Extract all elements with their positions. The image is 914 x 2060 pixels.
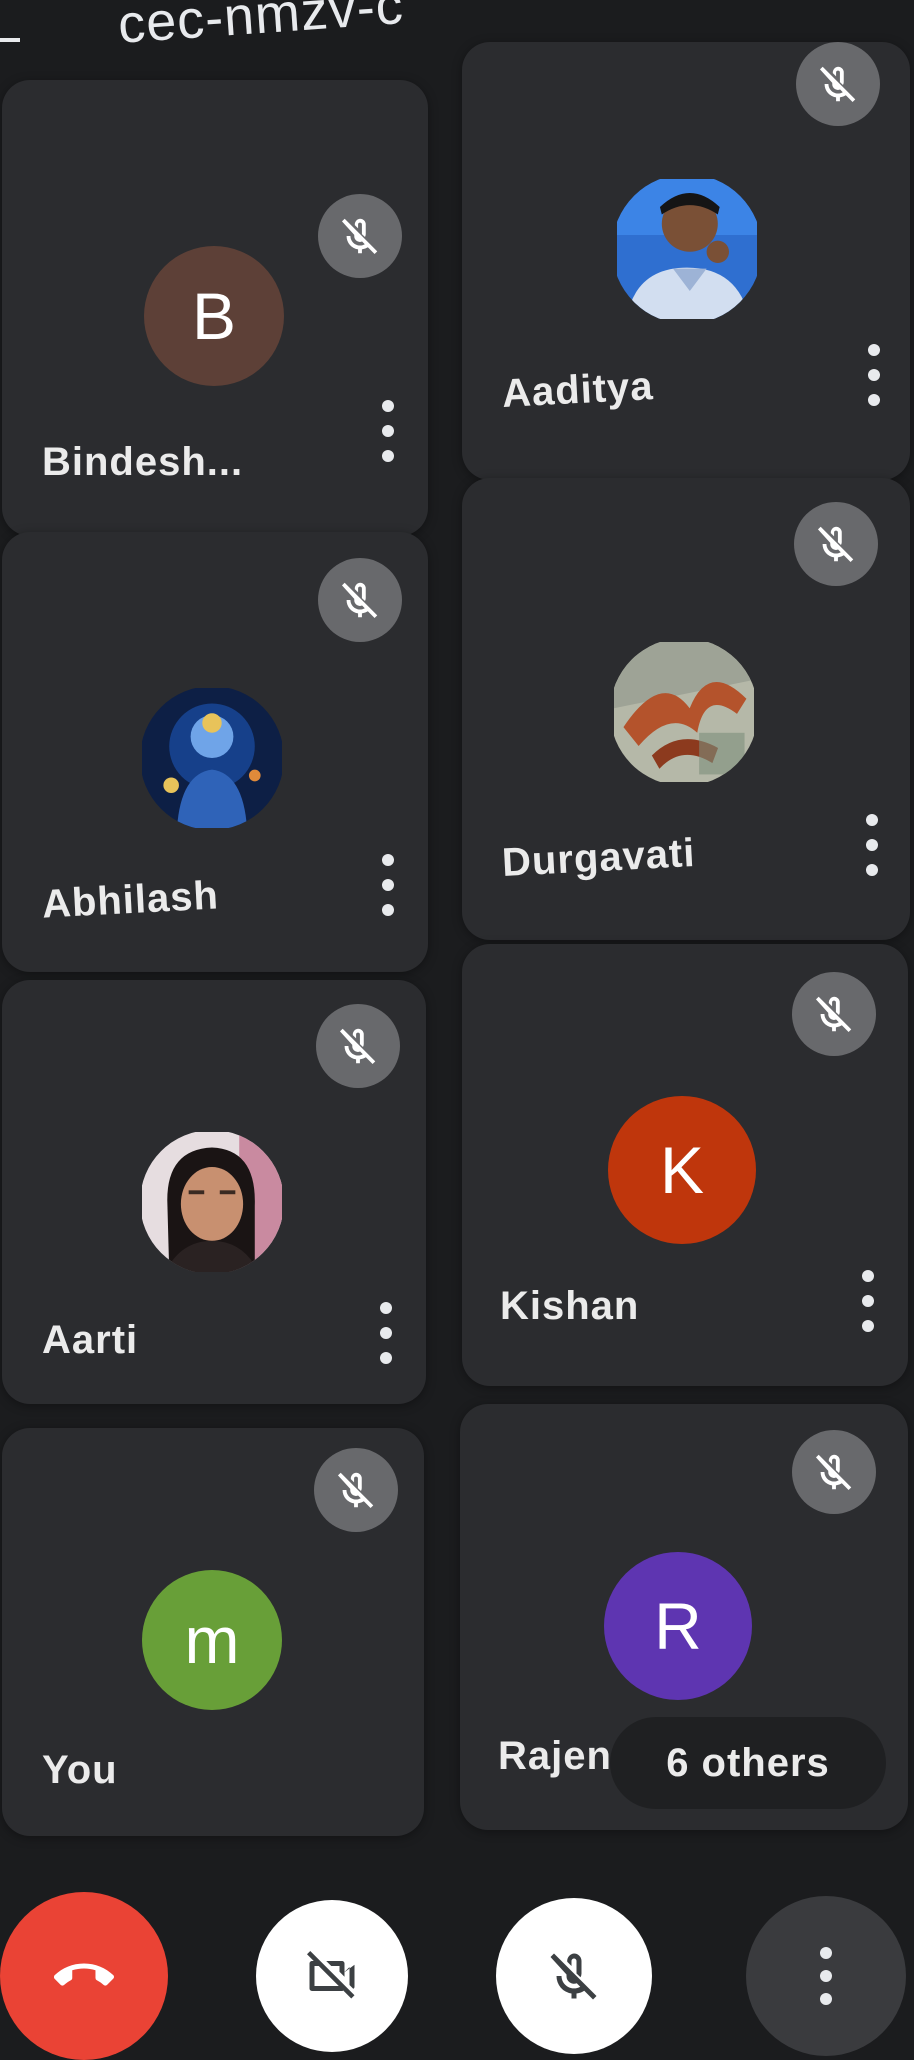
- profile-photo: [617, 179, 757, 319]
- avatar-letter: m: [184, 1603, 240, 1677]
- avatar: B: [144, 246, 284, 386]
- meeting-code: cec-nmzv-c: [116, 0, 406, 55]
- participant-name: You: [42, 1748, 118, 1792]
- more-options-button[interactable]: [856, 808, 888, 882]
- mic-toggle-button[interactable]: [496, 1898, 652, 2054]
- avatar: [140, 686, 284, 830]
- participant-tile[interactable]: K Kishan: [462, 944, 908, 1386]
- more-options-button[interactable]: [372, 394, 404, 468]
- mic-off-badge: [794, 502, 878, 586]
- mic-off-icon: [337, 1472, 374, 1509]
- avatar: [612, 174, 762, 324]
- more-options-button[interactable]: [746, 1896, 906, 2056]
- profile-photo: [142, 688, 282, 828]
- back-button[interactable]: [0, 22, 32, 58]
- participant-tile[interactable]: Abhilash: [2, 532, 428, 972]
- mic-off-badge: [792, 972, 876, 1056]
- mic-off-icon: [341, 218, 378, 255]
- participant-name: Rajen: [498, 1734, 612, 1778]
- mic-off-icon: [339, 1028, 376, 1065]
- participant-name: Aaditya: [500, 364, 655, 416]
- camera-toggle-button[interactable]: [256, 1900, 408, 2052]
- others-count-label: 6 others: [666, 1740, 830, 1785]
- participant-name: Bindesh...: [42, 440, 244, 484]
- participant-tile[interactable]: m You: [2, 1428, 424, 1836]
- more-options-button[interactable]: [370, 1296, 402, 1370]
- participant-name: Aarti: [42, 1318, 139, 1362]
- avatar: m: [142, 1570, 282, 1710]
- mic-off-badge: [314, 1448, 398, 1532]
- others-count-pill[interactable]: 6 others: [610, 1717, 886, 1809]
- avatar: [140, 1130, 284, 1274]
- mic-off-badge: [792, 1430, 876, 1514]
- profile-photo: [142, 1132, 282, 1272]
- mic-off-badge: [318, 194, 402, 278]
- participant-tile[interactable]: Aarti: [2, 980, 426, 1404]
- participant-tile[interactable]: Durgavati: [462, 478, 910, 940]
- mic-off-badge: [316, 1004, 400, 1088]
- profile-photo: [614, 642, 754, 782]
- mic-off-icon: [819, 66, 856, 103]
- mic-off-icon: [815, 996, 852, 1033]
- participant-name: Kishan: [500, 1284, 640, 1328]
- participant-name: Abhilash: [40, 873, 220, 927]
- end-call-button[interactable]: [0, 1892, 168, 2060]
- mic-off-badge: [796, 42, 880, 126]
- mic-off-icon: [550, 1953, 597, 2000]
- mic-off-icon: [817, 526, 854, 563]
- call-end-icon: [54, 1963, 114, 1986]
- videocam-off-icon: [307, 1951, 355, 1999]
- avatar: K: [608, 1096, 756, 1244]
- participant-tile[interactable]: Aaditya: [462, 42, 910, 480]
- arrow-back-icon: [0, 38, 20, 42]
- more-options-button[interactable]: [852, 1264, 884, 1338]
- avatar-letter: R: [654, 1589, 702, 1663]
- avatar-letter: K: [659, 1133, 705, 1207]
- more-options-button[interactable]: [858, 338, 890, 412]
- mic-off-icon: [815, 1454, 852, 1491]
- participant-name: Durgavati: [500, 830, 697, 886]
- mic-off-icon: [341, 582, 378, 619]
- avatar-letter: B: [191, 279, 237, 353]
- avatar: [610, 638, 758, 786]
- avatar: R: [604, 1552, 752, 1700]
- more-vert-icon: [810, 1941, 842, 2011]
- participant-tile[interactable]: B Bindesh...: [2, 80, 428, 536]
- more-options-button[interactable]: [372, 848, 404, 922]
- mic-off-badge: [318, 558, 402, 642]
